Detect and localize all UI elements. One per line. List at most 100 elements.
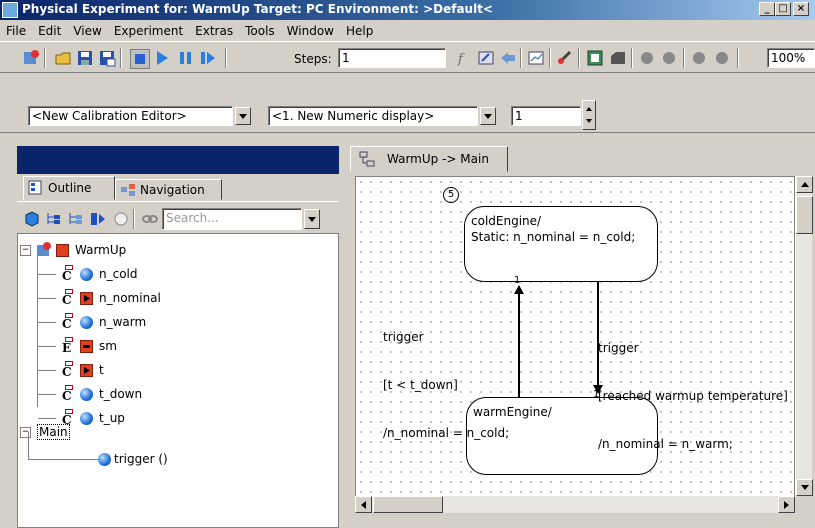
horizontal-scrollbar[interactable] (355, 496, 795, 513)
link-icon[interactable] (141, 210, 159, 228)
menu-bar: File Edit View Experiment Extras Tools W… (0, 20, 815, 41)
menu-help[interactable]: Help (340, 24, 379, 38)
variable-icon (80, 387, 93, 401)
menu-tools[interactable]: Tools (239, 24, 281, 38)
outline-icon (28, 180, 42, 195)
window-icon[interactable] (586, 49, 604, 67)
tab-outline[interactable]: Outline (23, 176, 115, 200)
calibration-editor-select[interactable]: <New Calibration Editor> (28, 106, 233, 126)
c-class-icon: C (60, 361, 76, 379)
edit-icon[interactable] (477, 49, 495, 67)
display-icon[interactable] (527, 49, 545, 67)
circle-icon[interactable] (112, 210, 130, 228)
connect-icon[interactable] (690, 49, 708, 67)
tree-item-t[interactable]: C t (38, 360, 104, 380)
title-bar: Physical Experiment for: WarmUp Target: … (0, 0, 815, 20)
e-class-icon: E (60, 337, 76, 355)
tab-outline-label: Outline (48, 181, 92, 195)
variable-icon (80, 411, 93, 425)
tree-icon[interactable] (67, 210, 85, 228)
tree-item-trigger[interactable]: trigger () (98, 449, 168, 469)
vertical-scroll-thumb[interactable] (796, 196, 813, 234)
transition-label-cold-to-warm[interactable]: trigger [reached warmup temperature] /n_… (598, 308, 788, 484)
formula-icon[interactable]: f (455, 49, 473, 67)
scroll-right-button[interactable] (778, 496, 795, 513)
steps-input[interactable]: 1 (338, 48, 446, 68)
disconnect-icon[interactable] (713, 49, 731, 67)
tree-label: n_cold (99, 267, 138, 281)
open-icon[interactable] (54, 49, 72, 67)
c-class-icon: C (60, 313, 76, 331)
step-icon[interactable] (199, 49, 217, 67)
c-class-icon: C (60, 265, 76, 283)
download-icon[interactable] (638, 49, 656, 67)
state-diagram-canvas[interactable]: 5 coldEngine/ Static: n_nominal = n_cold… (355, 176, 795, 510)
tree-label: WarmUp (75, 243, 127, 257)
menu-extras[interactable]: Extras (189, 24, 239, 38)
save-icon[interactable] (76, 49, 94, 67)
menu-experiment[interactable]: Experiment (108, 24, 189, 38)
tree-label: sm (99, 339, 117, 353)
tree-label: t_down (99, 387, 143, 401)
tab-label: WarmUp -> Main (387, 152, 489, 166)
spinner-input[interactable]: 1 (511, 106, 581, 126)
menu-file[interactable]: File (0, 24, 32, 38)
tree-label: t (99, 363, 104, 377)
toolbar: Steps: 1 f 100% (0, 41, 815, 73)
maximize-button[interactable]: □ (775, 2, 791, 16)
state-diagram-icon (359, 151, 375, 167)
tree-label: n_warm (99, 315, 147, 329)
hierarchy-icon[interactable] (45, 210, 63, 228)
tree-item-sm[interactable]: E sm (38, 336, 117, 356)
c-class-icon: C (60, 385, 76, 403)
hardware-icon[interactable] (609, 49, 627, 67)
tab-navigation[interactable]: Navigation (115, 179, 222, 200)
menu-view[interactable]: View (67, 24, 107, 38)
scroll-left-button[interactable] (355, 496, 372, 513)
svg-text:f: f (457, 52, 465, 67)
collapse-toggle[interactable]: − (20, 244, 31, 256)
spinner-buttons[interactable] (582, 100, 596, 130)
module-icon (37, 242, 51, 256)
tree-root-main[interactable]: − Main (20, 422, 70, 442)
collapse-toggle[interactable]: − (20, 426, 31, 438)
transition-label-warm-to-cold[interactable]: trigger [t < t_down] /n_nominal = n_cold… (383, 297, 509, 473)
state-machine-icon (80, 339, 93, 353)
calibrate-icon[interactable] (556, 49, 574, 67)
numeric-display-dropdown[interactable] (480, 107, 496, 125)
save-as-icon[interactable] (98, 49, 116, 67)
vertical-scrollbar[interactable] (795, 176, 813, 496)
close-button[interactable]: × (793, 2, 809, 16)
minimize-button[interactable]: _ (759, 2, 775, 16)
tree-item-n-warm[interactable]: C n_warm (38, 312, 146, 332)
calibration-editor-dropdown[interactable] (235, 107, 251, 125)
menu-window[interactable]: Window (281, 24, 340, 38)
horizontal-scroll-thumb[interactable] (373, 496, 443, 513)
search-input[interactable]: Search... (162, 208, 302, 230)
tree-item-n-nominal[interactable]: C n_nominal (38, 288, 161, 308)
tree-root-warmup[interactable]: − WarmUp (20, 240, 126, 260)
menu-edit[interactable]: Edit (32, 24, 67, 38)
filter-icon[interactable] (89, 210, 107, 228)
outline-panel: Outline Navigation Search... − WarmUp C … (17, 146, 339, 528)
back-icon[interactable] (499, 49, 517, 67)
app-icon[interactable] (2, 2, 18, 18)
run-icon[interactable] (153, 49, 171, 67)
tree-item-t-down[interactable]: C t_down (38, 384, 142, 404)
search-dropdown[interactable] (304, 209, 320, 229)
tab-warmup-main[interactable]: WarmUp -> Main (350, 146, 508, 172)
experiment-icon[interactable] (22, 49, 40, 67)
stop-icon[interactable] (130, 49, 150, 69)
tab-navigation-label: Navigation (140, 182, 205, 197)
zoom-input[interactable]: 100% (767, 48, 815, 68)
upload-icon[interactable] (660, 49, 678, 67)
scroll-down-button[interactable] (796, 479, 813, 496)
numeric-display-select[interactable]: <1. New Numeric display> (268, 106, 478, 126)
pause-icon[interactable] (176, 49, 194, 67)
variable-icon (80, 315, 93, 329)
cube-icon[interactable] (23, 210, 41, 228)
tree-label: Main (37, 424, 70, 440)
scroll-up-button[interactable] (796, 176, 813, 193)
tree-item-n-cold[interactable]: C n_cold (38, 264, 138, 284)
method-icon (98, 452, 111, 466)
